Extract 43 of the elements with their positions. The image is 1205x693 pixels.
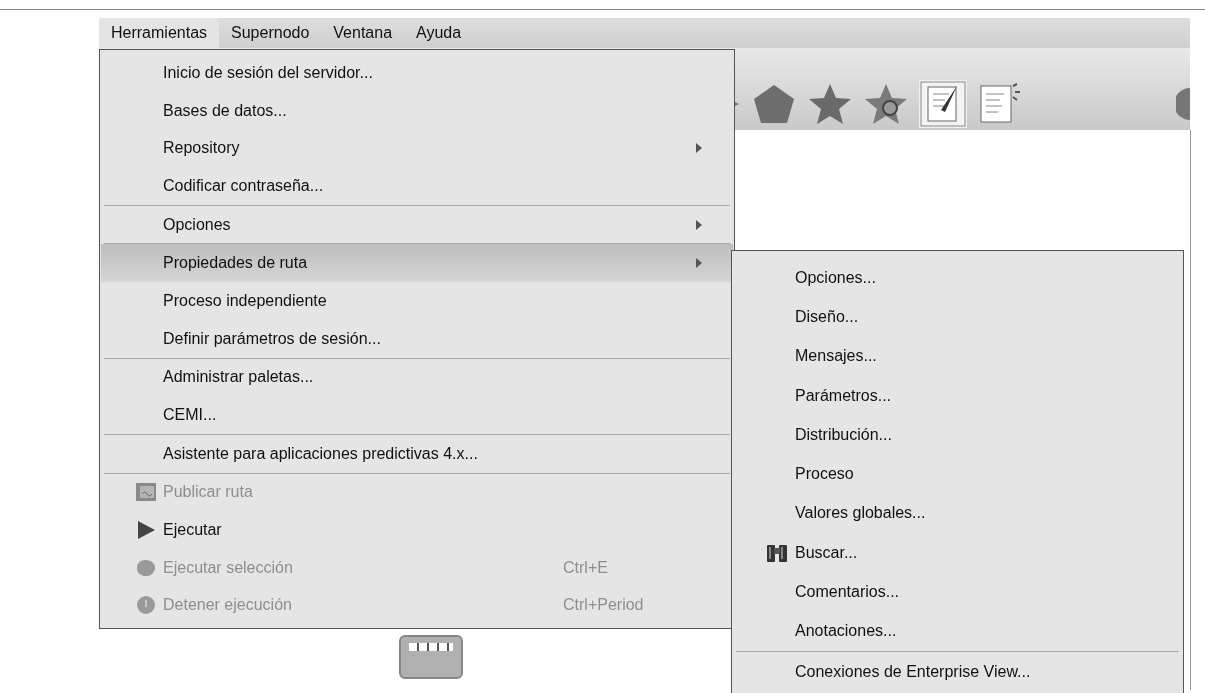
- menu-item[interactable]: Diseño...: [733, 297, 1182, 337]
- menu-item[interactable]: Propiedades de ruta: [101, 244, 733, 283]
- play-icon: [135, 520, 157, 541]
- menu-item[interactable]: Definir parámetros de sesión...: [101, 319, 733, 358]
- shortcut-label: Ctrl+Period: [563, 596, 645, 615]
- menu-item[interactable]: Distribución...: [733, 415, 1182, 455]
- menu-item[interactable]: Inicio de sesión del servidor...: [101, 54, 733, 92]
- submenu-arrow-icon: [695, 257, 703, 270]
- shortcut-label: Ctrl+E: [563, 558, 609, 577]
- menu-item[interactable]: Comentarios...: [733, 572, 1182, 612]
- menu-bar-item[interactable]: Herramientas: [99, 18, 220, 48]
- menu-item[interactable]: CEMI...: [101, 396, 733, 434]
- star-icon[interactable]: [807, 82, 853, 126]
- menu-bar-item[interactable]: Supernodo: [219, 18, 322, 48]
- node-icon[interactable]: [399, 635, 463, 679]
- binoculars-icon: [765, 542, 789, 563]
- menu-item[interactable]: Valores globales...: [733, 493, 1182, 534]
- pinned-note-icon[interactable]: [919, 80, 967, 128]
- pentagon-icon[interactable]: [751, 82, 797, 126]
- run-selection-icon: [135, 557, 157, 578]
- menu-item[interactable]: Bases de datos...: [101, 91, 733, 130]
- menu-item[interactable]: Administrar paletas...: [101, 358, 733, 397]
- stop-icon: [135, 595, 157, 616]
- menu-item[interactable]: Anotaciones...: [733, 611, 1182, 651]
- star-magnifier-icon[interactable]: [863, 82, 909, 126]
- note-icon[interactable]: [977, 82, 1021, 126]
- menu-item[interactable]: Parámetros...: [733, 375, 1182, 416]
- menu-item[interactable]: Codificar contraseña...: [101, 167, 733, 205]
- submenu-arrow-icon: [695, 218, 703, 231]
- menu-item[interactable]: Opciones...: [733, 258, 1182, 298]
- menu-item[interactable]: Opciones: [101, 205, 733, 244]
- publish-icon: [135, 482, 157, 503]
- menu-item[interactable]: Proceso: [733, 454, 1182, 494]
- menu-bar-item[interactable]: Ventana: [321, 18, 405, 48]
- menu-item[interactable]: Ejecutar: [101, 511, 733, 549]
- submenu-arrow-icon: [695, 142, 703, 155]
- menu-item[interactable]: Conexiones de Enterprise View...: [733, 651, 1182, 692]
- menu-bar-item[interactable]: Ayuda: [404, 18, 474, 48]
- menu-item[interactable]: Mensajes...: [733, 336, 1182, 376]
- menu-item[interactable]: Buscar...: [733, 533, 1182, 573]
- menu-item[interactable]: Repository: [101, 129, 733, 168]
- menu-item[interactable]: Asistente para aplicaciones predictivas 4.x...: [101, 434, 733, 473]
- menu-item[interactable]: Proceso independiente: [101, 282, 733, 320]
